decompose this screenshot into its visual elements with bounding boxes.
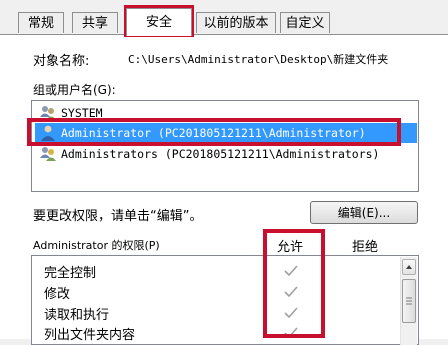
edit-button[interactable]: 编辑(E)... <box>310 201 418 224</box>
permission-modify: 修改 <box>44 287 71 302</box>
users-group-icon <box>39 146 57 162</box>
tab-security[interactable]: 安全 <box>126 8 192 36</box>
administrator-highlight <box>27 118 401 146</box>
permission-full-control: 完全控制 <box>44 266 97 281</box>
permissions-list: 完全控制 修改 读取和执行 列出文件夹内容 <box>31 255 419 345</box>
vertical-scrollbar[interactable] <box>400 257 417 345</box>
change-permissions-hint: 要更改权限，请单击“编辑”。 <box>33 209 203 224</box>
group-user-list[interactable]: SYSTEM Administrator (PC201805121211\Adm… <box>31 100 419 192</box>
tab-general[interactable]: 常规 <box>18 12 64 33</box>
permission-read-execute: 读取和执行 <box>44 308 110 323</box>
tab-customize[interactable]: 自定义 <box>280 12 330 33</box>
allow-column-highlight <box>263 229 325 338</box>
tab-previous-versions[interactable]: 以前的版本 <box>196 12 276 33</box>
permission-list-folder: 列出文件夹内容 <box>44 328 136 343</box>
list-item-label: Administrators (PC201805121211\Administr… <box>61 147 380 161</box>
permissions-label: Administrator 的权限(P) <box>33 239 160 252</box>
groups-label: 组或用户名(G): <box>33 83 116 97</box>
scroll-thumb[interactable] <box>402 279 416 323</box>
scroll-up-button[interactable] <box>402 259 416 275</box>
tab-sharing[interactable]: 共享 <box>72 12 118 33</box>
list-item-administrators[interactable]: Administrators (PC201805121211\Administr… <box>35 144 417 164</box>
deny-column-header: 拒绝 <box>352 240 379 255</box>
object-name-value: C:\Users\Administrator\Desktop\新建文件夹 <box>128 53 389 66</box>
tab-strip: 常规 共享 安全 以前的版本 自定义 <box>0 0 448 36</box>
object-name-label: 对象名称: <box>33 54 90 69</box>
